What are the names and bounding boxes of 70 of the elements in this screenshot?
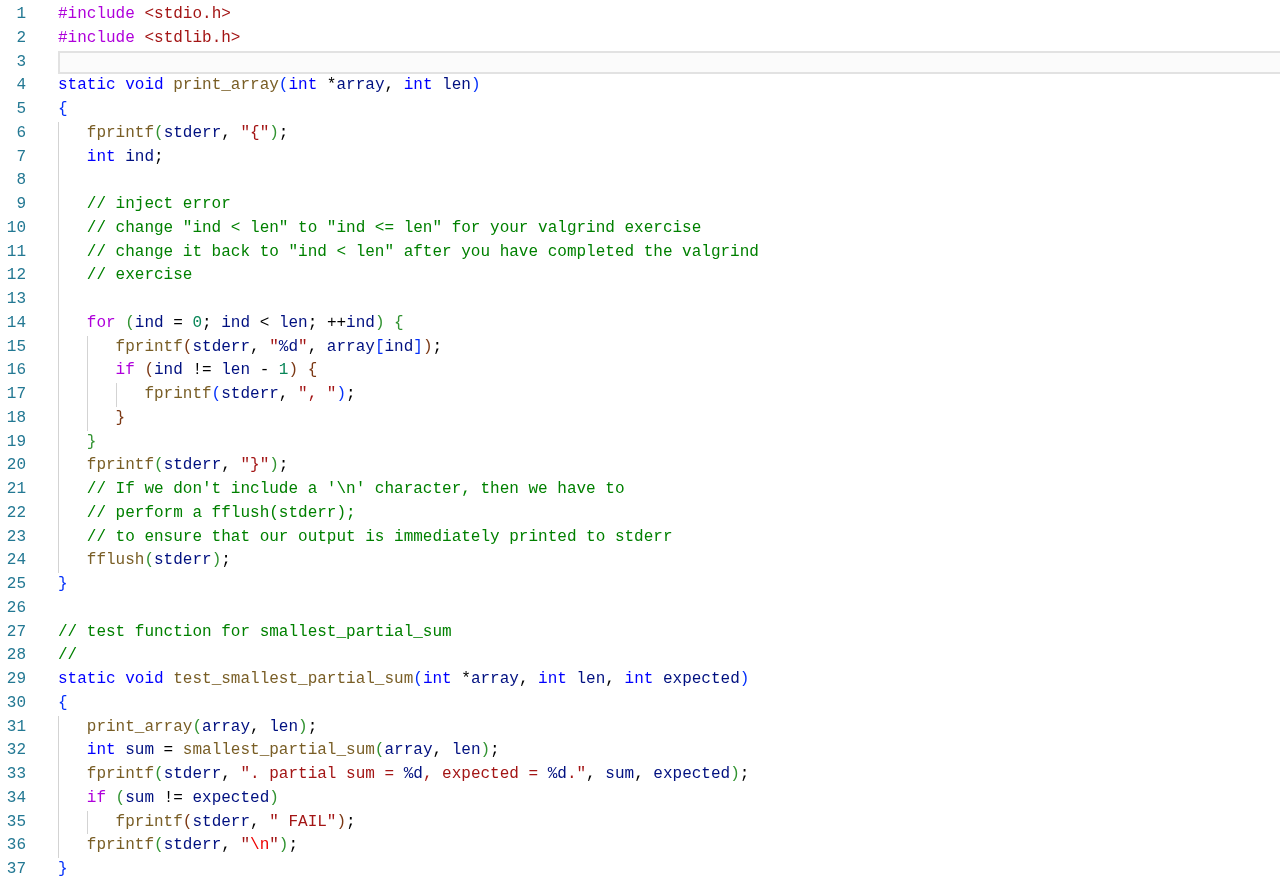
code-line: { (58, 692, 68, 714)
line-number: 10 (5, 217, 26, 239)
code-line: // change it back to "ind < len" after you have completed the valgrind (86, 241, 759, 263)
line-number: 9 (15, 194, 26, 215)
line-number: 22 (5, 502, 26, 524)
line-number: 37 (5, 859, 26, 880)
line-number: 29 (5, 669, 26, 690)
code-line: // exercise (86, 265, 193, 287)
line-number: 16 (5, 360, 26, 382)
code-line: } (58, 859, 68, 880)
line-number: 8 (15, 170, 26, 192)
line-number: 32 (5, 740, 26, 762)
line-number: 20 (5, 455, 26, 477)
line-number: 18 (5, 407, 26, 429)
line-number: 1 (15, 4, 26, 25)
line-number: 28 (5, 645, 26, 667)
code-line: // If we don't include a '\n' character, then we have to (86, 479, 625, 500)
code-line: fprintf(stderr, " FAIL"); (115, 811, 356, 833)
code-line: } (58, 574, 68, 595)
line-number: 33 (5, 764, 26, 785)
line-number: 15 (5, 336, 26, 358)
line-number: 21 (5, 479, 26, 500)
code-line: int sum = smallest_partial_sum(array, len); (86, 740, 500, 762)
line-number: 4 (15, 75, 26, 97)
line-number: 31 (5, 716, 26, 738)
code-line: int ind; (86, 146, 164, 168)
line-number: 36 (5, 835, 26, 857)
code-line: { (58, 99, 68, 120)
line-number: 11 (5, 241, 26, 263)
line-number: 25 (5, 574, 26, 595)
code-line: #include <stdio.h> (58, 4, 231, 25)
code-line: if (ind != len - 1) { (115, 360, 318, 382)
code-line: } (86, 431, 97, 453)
code-line: fprintf(stderr, "\n"); (86, 835, 299, 857)
code-line: // change "ind < len" to "ind <= len" for your valgrind exercise (86, 217, 702, 239)
code-line: if (sum != expected) (86, 787, 279, 809)
line-number: 19 (5, 431, 26, 453)
line-number: 3 (15, 51, 26, 73)
line-number: 30 (5, 692, 26, 714)
line-number: 24 (5, 550, 26, 572)
code-line: // to ensure that our output is immediately printed to stderr (86, 526, 673, 548)
line-number: 27 (5, 621, 26, 643)
code-line: // perform a fflush(stderr); (86, 502, 356, 524)
code-line: static void print_array(int *array, int len) (58, 75, 481, 97)
line-number: 2 (15, 27, 26, 49)
code-line: fprintf(stderr, ". partial sum = %d, expected = %d.", sum, expected); (86, 764, 750, 785)
line-number: 6 (15, 122, 26, 144)
line-number: 7 (15, 146, 26, 168)
code-line: fprintf(stderr, "}"); (86, 455, 289, 477)
code-line: #include <stdlib.h> (58, 27, 241, 49)
line-number: 35 (5, 811, 26, 833)
line-number: 5 (15, 99, 26, 120)
code-line: fprintf(stderr, ", "); (144, 384, 356, 405)
line-number: 26 (5, 597, 26, 619)
line-number: 12 (5, 265, 26, 287)
code-line: // inject error (86, 194, 231, 215)
line-number: 17 (5, 384, 26, 405)
code-line: // (58, 645, 78, 667)
line-number: 23 (5, 526, 26, 548)
code-line: fflush(stderr); (86, 550, 231, 572)
code-line: // test function for smallest_partial_sum (58, 621, 452, 643)
code-line: } (115, 407, 126, 429)
code-line: for (ind = 0; ind < len; ++ind) { (86, 312, 404, 334)
code-line: fprintf(stderr, "%d", array[ind]); (115, 336, 443, 358)
code-line: static void test_smallest_partial_sum(int *array, int len, int expected) (58, 669, 750, 690)
code-line: print_array(array, len); (86, 716, 318, 738)
code-line: fprintf(stderr, "{"); (86, 122, 289, 144)
line-number: 34 (5, 787, 26, 809)
line-number: 13 (5, 289, 26, 310)
line-number: 14 (5, 312, 26, 334)
